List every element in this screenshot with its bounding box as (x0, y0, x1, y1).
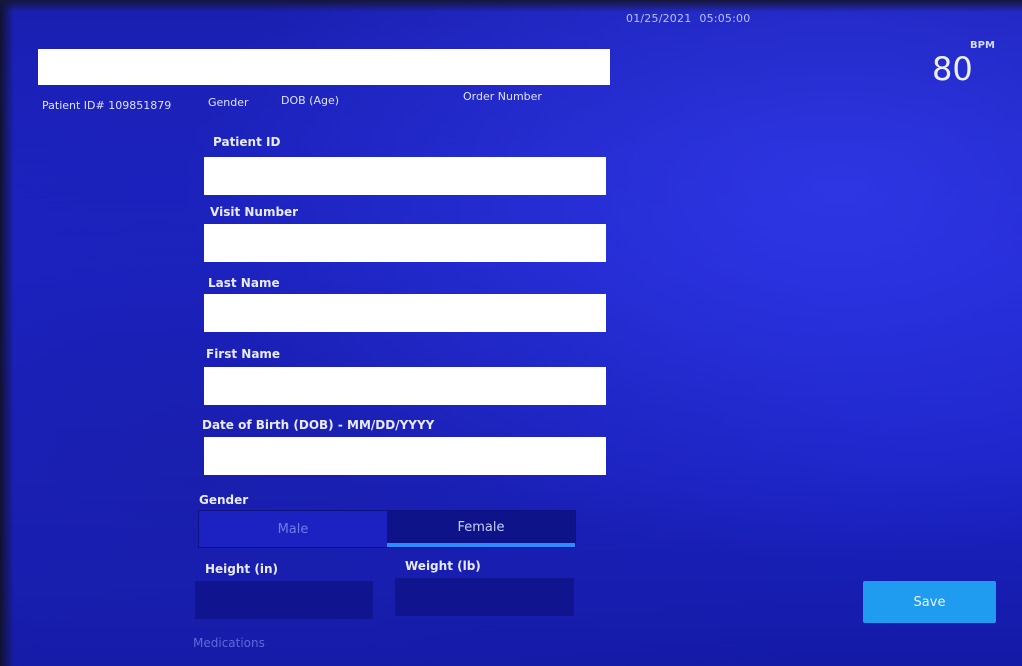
datetime: 01/25/2021 05:05:00 (626, 12, 750, 25)
header-order-number: Order Number (463, 90, 542, 103)
bpm-value: 80 (932, 50, 973, 88)
height-field[interactable] (195, 581, 373, 619)
patient-id-label: Patient ID (213, 135, 281, 149)
visit-number-label: Visit Number (210, 205, 299, 219)
first-name-label: First Name (206, 347, 281, 361)
bezel-top (0, 0, 1022, 12)
header-dob: DOB (Age) (281, 94, 340, 107)
gender-male-option[interactable]: Male (199, 511, 387, 547)
gender-female-option[interactable]: Female (387, 511, 575, 547)
header-gender: Gender (208, 96, 249, 109)
save-button[interactable]: Save (863, 581, 996, 623)
bezel-left (0, 0, 14, 666)
visit-number-field[interactable] (204, 224, 606, 262)
last-name-label: Last Name (208, 276, 280, 290)
first-name-field[interactable] (204, 367, 606, 405)
patient-id-field[interactable] (204, 157, 606, 195)
last-name-field[interactable] (204, 294, 606, 332)
medications-label: Medications (193, 636, 265, 650)
dob-field[interactable] (204, 437, 606, 475)
bpm-label: BPM (970, 40, 995, 51)
date-text: 01/25/2021 (626, 12, 692, 25)
weight-label: Weight (lb) (405, 559, 481, 573)
gender-label: Gender (199, 493, 249, 507)
header-patient-id: Patient ID# 109851879 (42, 99, 172, 112)
screen: 01/25/2021 05:05:00 BPM 80 Patient ID# 10… (0, 0, 1022, 666)
time-text: 05:05:00 (699, 12, 751, 25)
patient-name-bar (38, 49, 610, 85)
dob-label: Date of Birth (DOB) - MM/DD/YYYY (202, 418, 435, 432)
weight-field[interactable] (395, 578, 574, 616)
height-label: Height (in) (205, 562, 278, 576)
gender-toggle: Male Female (198, 510, 576, 548)
